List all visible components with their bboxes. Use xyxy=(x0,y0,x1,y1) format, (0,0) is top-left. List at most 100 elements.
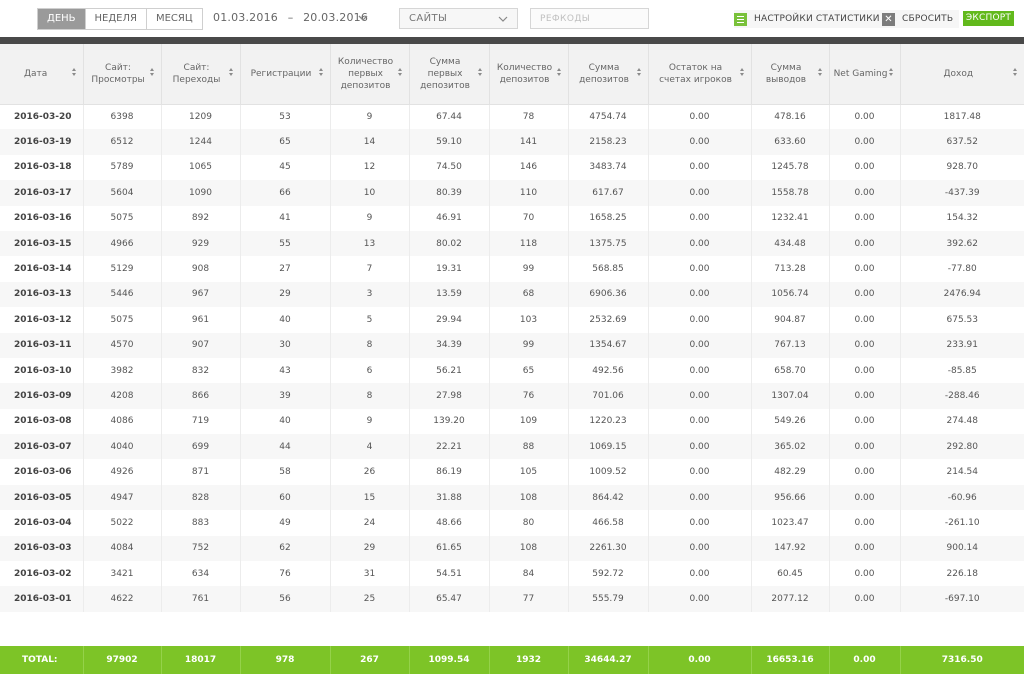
sites-select-label: САЙТЫ xyxy=(409,13,448,24)
table-cell-player-balance: 0.00 xyxy=(648,535,752,562)
table-cell-site-clicks: 634 xyxy=(161,561,241,587)
table-cell-player-balance: 0.00 xyxy=(648,281,752,308)
table-cell-income: 637.52 xyxy=(900,129,1024,155)
table-cell-date: 2016-03-01 xyxy=(0,586,84,612)
table-cell-date: 2016-03-04 xyxy=(0,510,84,536)
table-cell-deposits-count: 103 xyxy=(489,307,569,333)
table-cell-deposits-sum: 617.67 xyxy=(568,180,649,206)
table-cell-site-views: 5129 xyxy=(83,256,162,282)
close-icon: ✕ xyxy=(882,12,895,26)
table-cell-deposits-count: 99 xyxy=(489,332,569,358)
table-cell-registrations: 53 xyxy=(240,104,331,130)
table-cell-income: 274.48 xyxy=(900,408,1024,435)
table-cell-net-gaming: 0.00 xyxy=(829,561,901,587)
table-cell-first-deposits-count: 25 xyxy=(330,586,410,612)
table-cell-deposits-sum: 568.85 xyxy=(568,256,649,282)
column-header-site-views[interactable]: Сайт: Просмотры xyxy=(83,44,162,105)
table-cell-deposits-count: 118 xyxy=(489,230,569,257)
table-cell-deposits-sum: 864.42 xyxy=(568,484,649,511)
chevron-down-icon[interactable] xyxy=(357,12,369,24)
period-month-button[interactable]: МЕСЯЦ xyxy=(146,9,202,29)
table-cell-site-views: 5022 xyxy=(83,510,162,536)
table-cell-withdrawals-sum: 1023.47 xyxy=(751,510,830,536)
table-cell-site-views: 4084 xyxy=(83,535,162,562)
table-cell-net-gaming: 0.00 xyxy=(829,434,901,460)
statistics-settings-button[interactable]: НАСТРОЙКИ СТАТИСТИКИ xyxy=(734,10,886,28)
table-cell-deposits-sum: 592.72 xyxy=(568,561,649,587)
table-cell-net-gaming: 0.00 xyxy=(829,154,901,181)
table-cell-withdrawals-sum: 1245.78 xyxy=(751,154,830,181)
table-cell-withdrawals-sum: 549.26 xyxy=(751,408,830,435)
sort-icon xyxy=(817,68,823,78)
table-cell-net-gaming: 0.00 xyxy=(829,230,901,257)
refcode-input[interactable] xyxy=(530,8,649,29)
table-cell-date: 2016-03-06 xyxy=(0,459,84,485)
column-header-date[interactable]: Дата xyxy=(0,44,84,105)
table-cell-net-gaming: 0.00 xyxy=(829,281,901,308)
table-cell-income: -437.39 xyxy=(900,180,1024,206)
column-header-withdrawals-sum[interactable]: Сумма выводов xyxy=(751,44,830,105)
table-cell-site-views: 5075 xyxy=(83,307,162,333)
column-header-deposits-count[interactable]: Количество депозитов xyxy=(489,44,569,105)
period-week-button[interactable]: НЕДЕЛЯ xyxy=(85,9,147,29)
table-cell-net-gaming: 0.00 xyxy=(829,383,901,409)
table-cell-income: -697.10 xyxy=(900,586,1024,612)
table-cell-deposits-count: 77 xyxy=(489,586,569,612)
table-cell-net-gaming: 0.00 xyxy=(829,332,901,358)
table-cell-deposits-count: 78 xyxy=(489,104,569,130)
table-cell-first-deposits-count: 31 xyxy=(330,561,410,587)
table-row: 2016-03-19 6512 1244 65 14 59.10 141 2158.23 0.0… xyxy=(0,129,1024,155)
date-range[interactable]: 01.03.2016 – 20.03.2016 xyxy=(213,11,368,24)
table-cell-deposits-count: 108 xyxy=(489,484,569,511)
table-cell-site-views: 6398 xyxy=(83,104,162,130)
reset-button[interactable]: ✕ СБРОСИТЬ xyxy=(882,10,960,28)
column-header-deposits-sum[interactable]: Сумма депозитов xyxy=(568,44,649,105)
table-cell-deposits-sum: 6906.36 xyxy=(568,281,649,308)
sites-select[interactable]: САЙТЫ xyxy=(399,8,518,29)
table-cell-deposits-count: 70 xyxy=(489,205,569,231)
table-cell-first-deposits-count: 8 xyxy=(330,332,410,358)
table-cell-income: -261.10 xyxy=(900,510,1024,536)
table-row: 2016-03-20 6398 1209 53 9 67.44 78 4754.74 0.00 4… xyxy=(0,104,1024,130)
table-cell-date: 2016-03-03 xyxy=(0,535,84,562)
column-header-registrations[interactable]: Регистрации xyxy=(240,44,331,105)
table-cell-player-balance: 0.00 xyxy=(648,586,752,612)
column-header-label: Сумма выводов xyxy=(765,62,807,85)
total-cell-site-clicks: 18017 xyxy=(161,646,241,674)
column-header-net-gaming[interactable]: Net Gaming xyxy=(829,44,901,105)
column-header-player-balance[interactable]: Остаток на счетах игроков xyxy=(648,44,752,105)
column-header-income[interactable]: Доход xyxy=(900,44,1024,105)
table-cell-deposits-count: 76 xyxy=(489,383,569,409)
table-cell-first-deposits-sum: 56.21 xyxy=(409,357,490,384)
table-cell-deposits-sum: 1658.25 xyxy=(568,205,649,231)
table-cell-first-deposits-count: 9 xyxy=(330,205,410,231)
table-cell-first-deposits-count: 10 xyxy=(330,180,410,206)
table-row: 2016-03-01 4622 761 56 25 65.47 77 555.79 0.00 20… xyxy=(0,586,1024,612)
export-button[interactable]: ЭКСПОРТ xyxy=(963,11,1014,26)
table-body: 2016-03-20 6398 1209 53 9 67.44 78 4754.74 0.00 4… xyxy=(0,104,1024,612)
column-header-site-clicks[interactable]: Сайт: Переходы xyxy=(161,44,241,105)
sort-icon xyxy=(739,68,745,78)
table-cell-withdrawals-sum: 147.92 xyxy=(751,535,830,562)
table-cell-net-gaming: 0.00 xyxy=(829,129,901,155)
table-cell-player-balance: 0.00 xyxy=(648,307,752,333)
date-from: 01.03.2016 xyxy=(213,11,278,24)
table-cell-site-views: 4966 xyxy=(83,230,162,257)
table-row: 2016-03-13 5446 967 29 3 13.59 68 6906.36 0.00 10… xyxy=(0,281,1024,308)
table-cell-registrations: 29 xyxy=(240,281,331,308)
table-cell-site-clicks: 871 xyxy=(161,459,241,485)
table-header-row: Дата Сайт: Просмотры Сайт: Переходы Регистр… xyxy=(0,44,1024,105)
table-cell-income: -288.46 xyxy=(900,383,1024,409)
table-cell-first-deposits-sum: 46.91 xyxy=(409,205,490,231)
column-header-first-deposits-count[interactable]: Количество первых депозитов xyxy=(330,44,410,105)
table-cell-deposits-sum: 3483.74 xyxy=(568,154,649,181)
column-header-label: Сайт: Переходы xyxy=(172,62,221,85)
table-cell-first-deposits-sum: 61.65 xyxy=(409,535,490,562)
table-cell-income: -77.80 xyxy=(900,256,1024,282)
sort-icon xyxy=(71,68,77,78)
table-cell-site-clicks: 967 xyxy=(161,281,241,308)
toolbar: ДЕНЬ НЕДЕЛЯ МЕСЯЦ 01.03.2016 – 20.03.201… xyxy=(0,0,1024,37)
period-day-button[interactable]: ДЕНЬ xyxy=(38,9,86,29)
column-header-first-deposits-sum[interactable]: Сумма первых депозитов xyxy=(409,44,490,105)
table-cell-site-clicks: 1209 xyxy=(161,104,241,130)
